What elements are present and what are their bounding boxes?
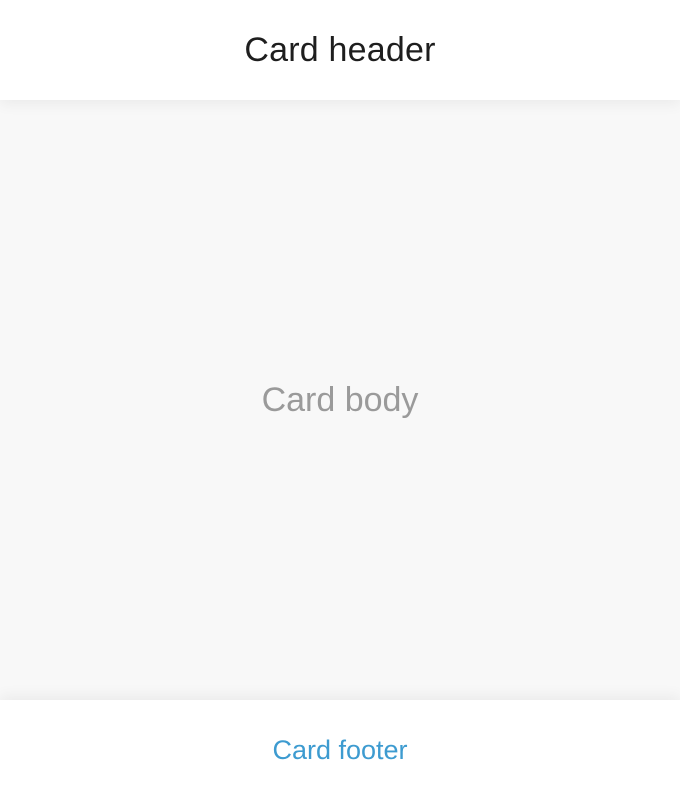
card-body-text: Card body <box>261 380 419 419</box>
card-header: Card header <box>0 0 680 100</box>
card-footer-link[interactable]: Card footer <box>272 735 407 766</box>
card: Card header Card body Card footer <box>0 0 680 800</box>
card-body: Card body <box>0 100 680 700</box>
card-header-title: Card header <box>244 30 436 69</box>
card-footer: Card footer <box>0 700 680 800</box>
